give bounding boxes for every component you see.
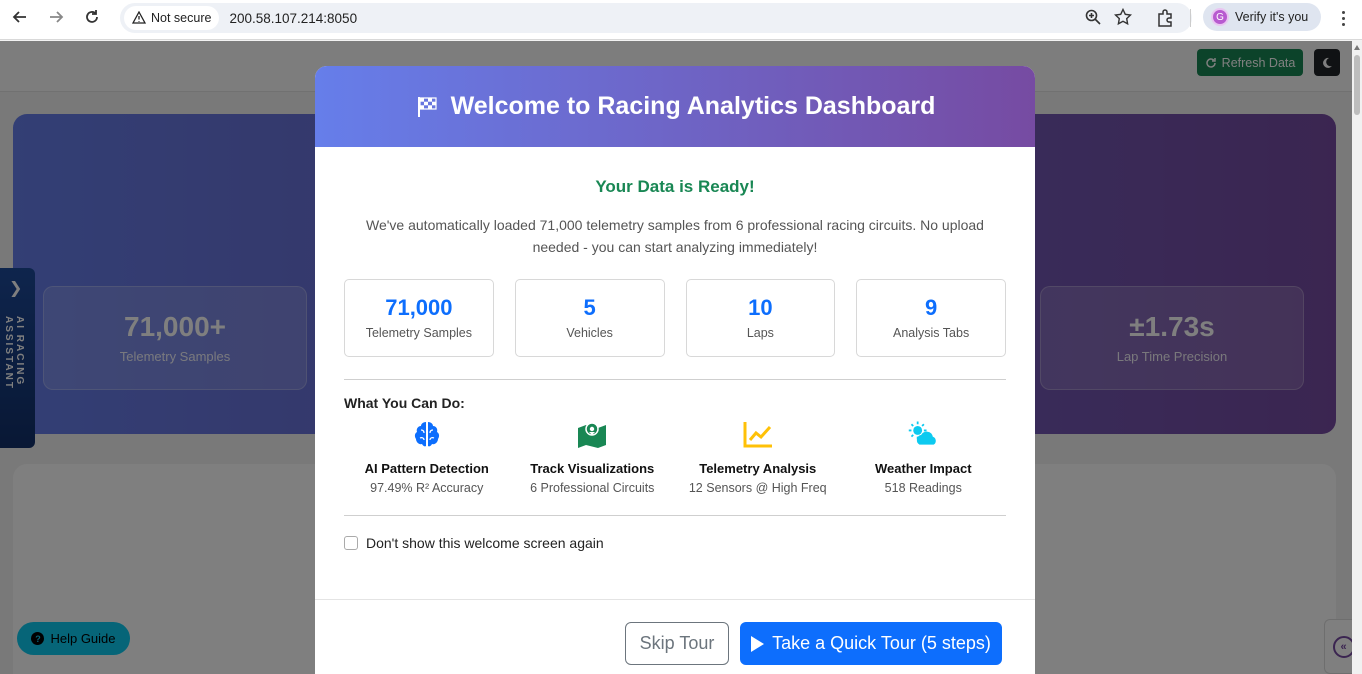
zoom-icon[interactable]: [1084, 8, 1102, 26]
modal-title: Welcome to Racing Analytics Dashboard: [450, 92, 936, 120]
map-icon: [578, 422, 607, 448]
modal-footer-divider: [315, 599, 1035, 600]
stat-value: 71,000: [385, 295, 453, 320]
feature-subtitle: 97.49% R² Accuracy: [370, 481, 484, 495]
chart-line-icon: [743, 422, 772, 448]
scroll-up-icon[interactable]: [1354, 45, 1360, 50]
checkered-flag-icon: [417, 96, 437, 117]
feature-item: Telemetry Analysis 12 Sensors @ High Fre…: [675, 418, 841, 495]
page-scrollbar[interactable]: [1352, 41, 1362, 674]
feature-item: Weather Impact 518 Readings: [841, 418, 1007, 495]
security-label: Not secure: [151, 11, 212, 25]
warning-icon: [132, 11, 146, 24]
toolbar-separator: [1190, 9, 1191, 27]
stat-label: Telemetry Samples: [365, 326, 473, 340]
security-chip[interactable]: Not secure: [124, 6, 220, 30]
cloud-sun-icon: [909, 421, 937, 445]
divider: [344, 515, 1006, 516]
dont-show-again-row[interactable]: Don't show this welcome screen again: [344, 535, 1006, 551]
stats-row: 71,000 Telemetry Samples 5 Vehicles 10 L…: [344, 279, 1006, 357]
feature-title: Telemetry Analysis: [699, 461, 817, 476]
data-ready-heading: Your Data is Ready!: [595, 177, 755, 196]
stat-value: 9: [925, 295, 938, 320]
dont-show-again-checkbox[interactable]: [344, 536, 358, 550]
feature-subtitle: 518 Readings: [884, 481, 962, 495]
reload-icon[interactable]: [74, 0, 110, 34]
feature-title: AI Pattern Detection: [364, 461, 489, 476]
profile-avatar: G: [1211, 8, 1229, 26]
feature-title: Track Visualizations: [530, 461, 655, 476]
browser-menu-icon[interactable]: [1335, 8, 1351, 28]
stat-value: 10: [748, 295, 773, 320]
verify-label: Verify it's you: [1235, 10, 1309, 24]
brain-icon: [414, 422, 439, 447]
stat-label: Vehicles: [566, 326, 613, 340]
feature-title: Weather Impact: [874, 461, 972, 476]
stat-label: Analysis Tabs: [893, 326, 970, 340]
modal-body: Your Data is Ready! We've automatically …: [315, 177, 1035, 551]
stat-label: Laps: [746, 326, 774, 340]
stat-card: 9 Analysis Tabs: [856, 279, 1006, 357]
back-icon[interactable]: [2, 0, 38, 34]
feature-item: Track Visualizations 6 Professional Circ…: [510, 418, 676, 495]
address-bar[interactable]: Not secure 200.58.107.214:8050: [120, 3, 1192, 33]
stat-card: 10 Laps: [685, 279, 836, 357]
stat-card: 71,000 Telemetry Samples: [344, 279, 494, 357]
what-you-can-do-heading: What You Can Do:: [344, 395, 465, 411]
feature-subtitle: 12 Sensors @ High Freq: [688, 481, 827, 495]
bookmark-star-icon[interactable]: [1114, 8, 1132, 26]
skip-tour-button[interactable]: Skip Tour: [625, 622, 729, 665]
feature-item: AI Pattern Detection 97.49% R² Accuracy: [344, 418, 510, 495]
forward-icon[interactable]: [38, 0, 74, 34]
feature-subtitle: 6 Professional Circuits: [530, 481, 655, 495]
quick-tour-label: Take a Quick Tour (5 steps): [772, 633, 991, 653]
dont-show-again-label[interactable]: Don't show this welcome screen again: [366, 535, 604, 551]
url-text[interactable]: 200.58.107.214:8050: [229, 11, 357, 26]
verify-profile-chip[interactable]: G Verify it's you: [1203, 3, 1321, 31]
modal-header: Welcome to Racing Analytics Dashboard: [315, 66, 1035, 147]
features-row: AI Pattern Detection 97.49% R² Accuracy …: [344, 418, 1006, 495]
stat-card: 5 Vehicles: [514, 279, 665, 357]
divider: [344, 379, 1006, 380]
play-icon: [751, 635, 765, 652]
stat-value: 5: [583, 295, 596, 320]
welcome-description: We've automatically loaded 71,000 teleme…: [366, 217, 984, 255]
scroll-thumb[interactable]: [1354, 55, 1360, 115]
extensions-icon[interactable]: [1155, 8, 1175, 28]
browser-toolbar: Not secure 200.58.107.214:8050 G Verify …: [0, 0, 1362, 40]
quick-tour-button[interactable]: Take a Quick Tour (5 steps): [740, 622, 1002, 665]
welcome-modal: Welcome to Racing Analytics Dashboard Yo…: [315, 66, 1035, 674]
